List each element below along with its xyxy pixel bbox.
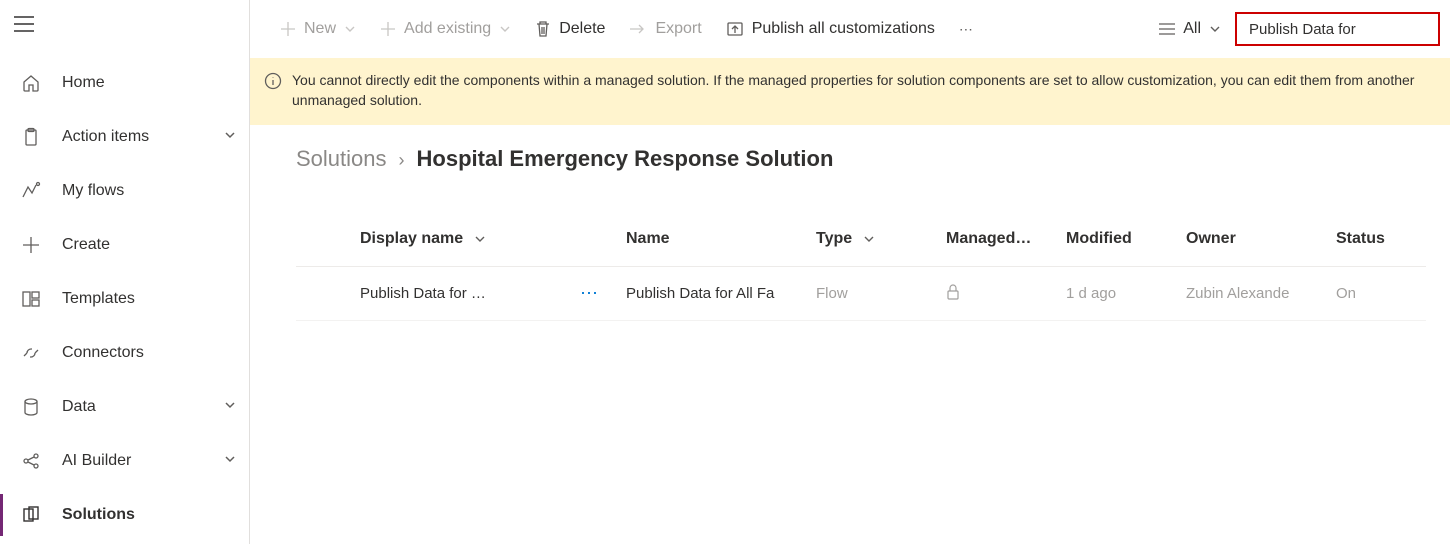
cell-type: Flow: [816, 267, 946, 321]
delete-button[interactable]: Delete: [525, 11, 615, 47]
breadcrumb: Solutions › Hospital Emergency Response …: [250, 128, 1450, 172]
col-owner[interactable]: Owner: [1186, 212, 1336, 267]
cell-owner: Zubin Alexande: [1186, 267, 1336, 321]
banner-text: You cannot directly edit the components …: [292, 70, 1436, 111]
connectors-icon: [14, 343, 48, 363]
publish-label: Publish all customizations: [752, 20, 935, 38]
sidebar-item-label: Action items: [48, 128, 223, 146]
overflow-button[interactable]: ⋯: [949, 21, 985, 38]
chevron-down-icon: [223, 398, 237, 417]
sidebar-item-my-flows[interactable]: My flows: [0, 164, 249, 218]
sidebar-item-label: My flows: [48, 182, 237, 200]
plus-icon: [14, 236, 48, 254]
cell-display-name: Publish Data for …: [360, 267, 580, 321]
info-icon: [264, 72, 282, 95]
templates-icon: [14, 289, 48, 309]
home-icon: [14, 73, 48, 93]
database-icon: [14, 397, 48, 417]
sidebar-item-solutions[interactable]: Solutions: [0, 488, 249, 542]
sidebar: Home Action items My flows Create: [0, 0, 250, 544]
chevron-down-icon: [223, 128, 237, 147]
plus-icon: [380, 21, 396, 37]
delete-label: Delete: [559, 20, 605, 38]
sidebar-item-data[interactable]: Data: [0, 380, 249, 434]
row-actions-button[interactable]: ⋯: [580, 267, 626, 321]
cell-managed: [946, 267, 1066, 321]
sidebar-item-connectors[interactable]: Connectors: [0, 326, 249, 380]
add-existing-button[interactable]: Add existing: [370, 11, 521, 47]
export-button[interactable]: Export: [619, 11, 711, 47]
page-title: Hospital Emergency Response Solution: [417, 146, 834, 172]
breadcrumb-root[interactable]: Solutions: [296, 146, 387, 172]
sidebar-item-create[interactable]: Create: [0, 218, 249, 272]
col-type[interactable]: Type: [816, 212, 946, 267]
sidebar-item-label: Create: [48, 236, 237, 254]
search-box[interactable]: [1235, 12, 1440, 46]
ai-builder-icon: [14, 451, 48, 471]
list-icon: [1159, 22, 1175, 36]
col-status[interactable]: Status: [1336, 212, 1426, 267]
sidebar-item-label: Connectors: [48, 344, 237, 362]
sidebar-item-ai-builder[interactable]: AI Builder: [0, 434, 249, 488]
sidebar-item-templates[interactable]: Templates: [0, 272, 249, 326]
sidebar-item-label: Solutions: [48, 506, 237, 524]
export-icon: [629, 22, 647, 36]
cell-modified: 1 d ago: [1066, 267, 1186, 321]
components-table: Display name Name Type Managed… Modified…: [250, 212, 1450, 321]
col-display-name[interactable]: Display name: [360, 212, 580, 267]
chevron-down-icon: [1209, 23, 1221, 35]
chevron-down-icon: [223, 452, 237, 471]
add-existing-label: Add existing: [404, 20, 491, 38]
chevron-down-icon: [344, 23, 356, 35]
search-input[interactable]: [1247, 20, 1450, 39]
sidebar-item-action-items[interactable]: Action items: [0, 110, 249, 164]
cell-name: Publish Data for All Fa: [626, 267, 816, 321]
sidebar-item-label: Data: [48, 398, 223, 416]
export-label: Export: [655, 20, 701, 38]
trash-icon: [535, 20, 551, 38]
publish-button[interactable]: Publish all customizations: [716, 11, 945, 47]
clipboard-icon: [14, 127, 48, 147]
chevron-right-icon: ›: [399, 150, 405, 171]
new-button[interactable]: New: [270, 11, 366, 47]
solutions-icon: [14, 505, 48, 525]
filter-button[interactable]: All: [1149, 11, 1231, 47]
nav: Home Action items My flows Create: [0, 56, 249, 542]
col-name[interactable]: Name: [626, 212, 816, 267]
table-header-row: Display name Name Type Managed… Modified…: [296, 212, 1426, 267]
info-banner: You cannot directly edit the components …: [250, 58, 1450, 125]
col-modified[interactable]: Modified: [1066, 212, 1186, 267]
plus-icon: [280, 21, 296, 37]
lock-icon: [946, 287, 960, 304]
command-bar: New Add existing Delete Export Publish a…: [250, 0, 1450, 58]
sidebar-item-label: Templates: [48, 290, 237, 308]
flow-icon: [14, 181, 48, 201]
filter-label: All: [1183, 20, 1201, 38]
cell-status: On: [1336, 267, 1426, 321]
chevron-down-icon: [474, 233, 486, 245]
col-managed[interactable]: Managed…: [946, 212, 1066, 267]
publish-icon: [726, 21, 744, 37]
chevron-down-icon: [499, 23, 511, 35]
new-label: New: [304, 20, 336, 38]
table-row[interactable]: Publish Data for … ⋯ Publish Data for Al…: [296, 267, 1426, 321]
hamburger-icon[interactable]: [0, 0, 48, 48]
sidebar-item-home[interactable]: Home: [0, 56, 249, 110]
sidebar-item-label: AI Builder: [48, 452, 223, 470]
chevron-down-icon: [863, 233, 875, 245]
sidebar-item-label: Home: [48, 74, 237, 92]
